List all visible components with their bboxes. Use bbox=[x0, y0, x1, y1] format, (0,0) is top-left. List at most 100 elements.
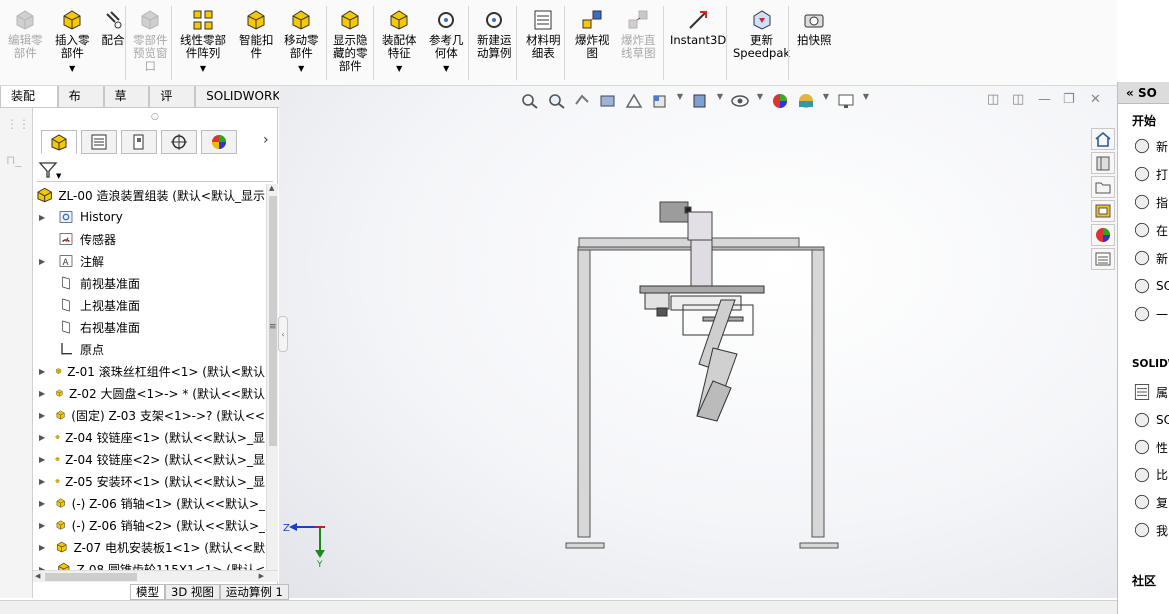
task-pane-link[interactable]: 指 bbox=[1132, 192, 1168, 212]
scroll-left-icon[interactable]: ◀ bbox=[35, 572, 40, 580]
chevron-down-icon[interactable]: ▼ bbox=[862, 92, 870, 110]
expand-arrow-icon[interactable]: ▶ bbox=[39, 499, 45, 508]
tree-item[interactable]: ▶ (-) Z-06 销轴<2> (默认<<默认>_ bbox=[33, 514, 265, 536]
ribbon-button-new-motion-study[interactable]: 新建运 动算例 bbox=[477, 8, 512, 78]
ribbon-button-assembly-features[interactable]: 装配体 特征 ▼ bbox=[382, 8, 417, 78]
expand-arrow-icon[interactable]: ▶ bbox=[39, 543, 45, 552]
tab-home[interactable] bbox=[1091, 128, 1115, 150]
expand-arrow-icon[interactable]: ▶ bbox=[39, 389, 45, 398]
tree-item[interactable]: 右视基准面 bbox=[33, 316, 265, 338]
tab-property-manager[interactable] bbox=[81, 130, 117, 154]
ribbon-button-instant3d[interactable]: Instant3D bbox=[670, 8, 726, 78]
ribbon-button-reference-geometry[interactable]: 参考几 何体 ▼ bbox=[429, 8, 464, 78]
ribbon-button-exploded-view[interactable]: 爆炸视 图 bbox=[575, 8, 610, 78]
tree-item[interactable]: ▶ Z-05 安装环<1> (默认<<默认>_显 bbox=[33, 470, 265, 492]
ribbon-button-linear-pattern[interactable]: 线性零部 件阵列 ▼ bbox=[180, 8, 226, 78]
chevron-down-icon[interactable]: ▼ bbox=[676, 92, 684, 110]
pane-left-icon[interactable]: ◫ bbox=[987, 92, 999, 107]
scroll-right-icon[interactable]: ▶ bbox=[259, 572, 264, 580]
tree-root[interactable]: ZL-00 造浪装置组装 (默认<默认_显示 bbox=[33, 184, 265, 206]
task-pane-link[interactable]: 属 bbox=[1132, 382, 1168, 402]
minimize-icon[interactable]: — bbox=[1038, 92, 1051, 107]
tree-filter[interactable]: ▼ bbox=[37, 160, 273, 182]
task-pane-link[interactable]: SO bbox=[1132, 410, 1169, 430]
tree-item[interactable]: ▶ History bbox=[33, 206, 265, 228]
expand-arrow-icon[interactable]: ▶ bbox=[39, 477, 45, 486]
tree-vertical-scrollbar[interactable]: ▲ ≡ ▼ bbox=[266, 184, 278, 579]
tree-item[interactable]: ▶ Z-04 铰链座<2> (默认<<默认>_显 bbox=[33, 448, 265, 470]
chevron-right-icon[interactable]: › bbox=[263, 132, 269, 148]
tree-item[interactable]: ▶ Z-02 大圆盘<1>-> * (默认<<默认 bbox=[33, 382, 265, 404]
view-settings-icon[interactable] bbox=[836, 92, 856, 110]
tab-view-palette[interactable] bbox=[1091, 200, 1115, 222]
chevron-down-icon[interactable]: ▼ bbox=[69, 62, 75, 75]
tab-1[interactable]: 布局 bbox=[57, 86, 104, 123]
ribbon-button-insert-component[interactable]: 插入零 部件 ▼ bbox=[55, 8, 90, 78]
expand-arrow-icon[interactable]: ▶ bbox=[39, 367, 45, 376]
display-style-icon[interactable] bbox=[690, 92, 710, 110]
tree-item[interactable]: 上视基准面 bbox=[33, 294, 265, 316]
zoom-to-fit-icon[interactable] bbox=[520, 92, 540, 110]
edit-appearance-icon[interactable] bbox=[770, 92, 790, 110]
tab-configuration-manager[interactable] bbox=[121, 130, 157, 154]
previous-view-icon[interactable] bbox=[572, 92, 592, 110]
chevron-down-icon[interactable]: ▼ bbox=[396, 62, 402, 75]
task-pane-link[interactable]: 打 bbox=[1132, 164, 1168, 184]
tree-item[interactable]: 前视基准面 bbox=[33, 272, 265, 294]
tab-dimxpert[interactable] bbox=[161, 130, 197, 154]
tab-custom-properties[interactable] bbox=[1091, 248, 1115, 270]
task-pane-link[interactable]: 一 bbox=[1132, 304, 1168, 324]
task-pane-link[interactable]: 性 bbox=[1132, 437, 1168, 457]
tree-hscroll-thumb[interactable] bbox=[45, 573, 137, 581]
task-pane-link[interactable]: 在 bbox=[1132, 220, 1168, 240]
expand-arrow-icon[interactable]: ▶ bbox=[39, 257, 47, 266]
tab-file-explorer[interactable] bbox=[1091, 176, 1115, 198]
task-pane-link[interactable]: 新 bbox=[1132, 248, 1168, 268]
pane-right-icon[interactable]: ◫ bbox=[1012, 92, 1024, 107]
chevron-down-icon[interactable]: ▼ bbox=[200, 62, 206, 75]
tree-item[interactable]: ▶ Z-04 铰链座<1> (默认<<默认>_显 bbox=[33, 426, 265, 448]
ribbon-button-mate[interactable]: 配合 bbox=[101, 8, 125, 78]
tree-item[interactable]: ▶ Z-01 滚珠丝杠组件<1> (默认<默认 bbox=[33, 360, 265, 382]
ribbon-button-smart-fasteners[interactable]: 智能扣 件 bbox=[239, 8, 274, 78]
filter-icon[interactable]: ▼ bbox=[37, 160, 63, 180]
chevron-down-icon[interactable]: ▼ bbox=[822, 92, 830, 110]
dynamic-annotation-icon[interactable] bbox=[624, 92, 644, 110]
ribbon-button-speedpak[interactable]: 更新 Speedpak bbox=[733, 8, 790, 78]
task-pane-link[interactable]: 复 bbox=[1132, 492, 1168, 512]
tree-horizontal-scrollbar[interactable]: ◀ ▶ bbox=[33, 570, 278, 582]
collapse-icon[interactable]: « bbox=[1126, 86, 1134, 100]
section-view-icon[interactable] bbox=[598, 92, 618, 110]
tree-item[interactable]: ▶ (-) Z-06 销轴<1> (默认<<默认>_ bbox=[33, 492, 265, 514]
tree-item[interactable]: 传感器 bbox=[33, 228, 265, 250]
tree-scroll-thumb[interactable] bbox=[269, 196, 277, 446]
expand-arrow-icon[interactable]: ▶ bbox=[39, 411, 45, 420]
bottom-tab-1[interactable]: 3D 视图 bbox=[165, 584, 220, 600]
tab-feature-manager[interactable] bbox=[41, 130, 77, 154]
bottom-tab-2[interactable]: 运动算例 1 bbox=[219, 584, 289, 600]
apply-scene-icon[interactable] bbox=[796, 92, 816, 110]
zoom-to-area-icon[interactable] bbox=[546, 92, 566, 110]
expand-arrow-icon[interactable]: ▶ bbox=[39, 433, 45, 442]
task-pane-link[interactable]: SO bbox=[1132, 276, 1169, 296]
expand-arrow-icon[interactable]: ▶ bbox=[39, 213, 47, 222]
tab-0[interactable]: 装配体 bbox=[0, 86, 58, 123]
panel-collapse-handle[interactable]: ‹ bbox=[278, 316, 288, 352]
ribbon-button-move-component[interactable]: 移动零 部件 ▼ bbox=[284, 8, 319, 78]
ribbon-button-snapshot[interactable]: 拍快照 bbox=[797, 8, 832, 78]
graphics-area[interactable]: Z Y bbox=[279, 86, 1117, 598]
hide-show-items-icon[interactable] bbox=[730, 92, 750, 110]
close-icon[interactable]: ✕ bbox=[1090, 92, 1101, 107]
tab-display-manager[interactable] bbox=[201, 130, 237, 154]
restore-icon[interactable]: ❐ bbox=[1063, 92, 1075, 107]
ribbon-button-bom[interactable]: 材料明 细表 bbox=[526, 8, 561, 78]
bottom-tab-0[interactable]: 模型 bbox=[130, 584, 165, 600]
tree-item[interactable]: 原点 bbox=[33, 338, 265, 360]
tab-appearances[interactable] bbox=[1091, 224, 1115, 246]
task-pane-link[interactable]: 新 bbox=[1132, 136, 1168, 156]
tab-3[interactable]: 评估 bbox=[149, 86, 196, 123]
tree-item[interactable]: ▶ (固定) Z-03 支架<1>->? (默认<< bbox=[33, 404, 265, 426]
tree-item[interactable]: ▶ A 注解 bbox=[33, 250, 265, 272]
tab-design-library[interactable] bbox=[1091, 152, 1115, 174]
chevron-down-icon[interactable]: ▼ bbox=[298, 62, 304, 75]
